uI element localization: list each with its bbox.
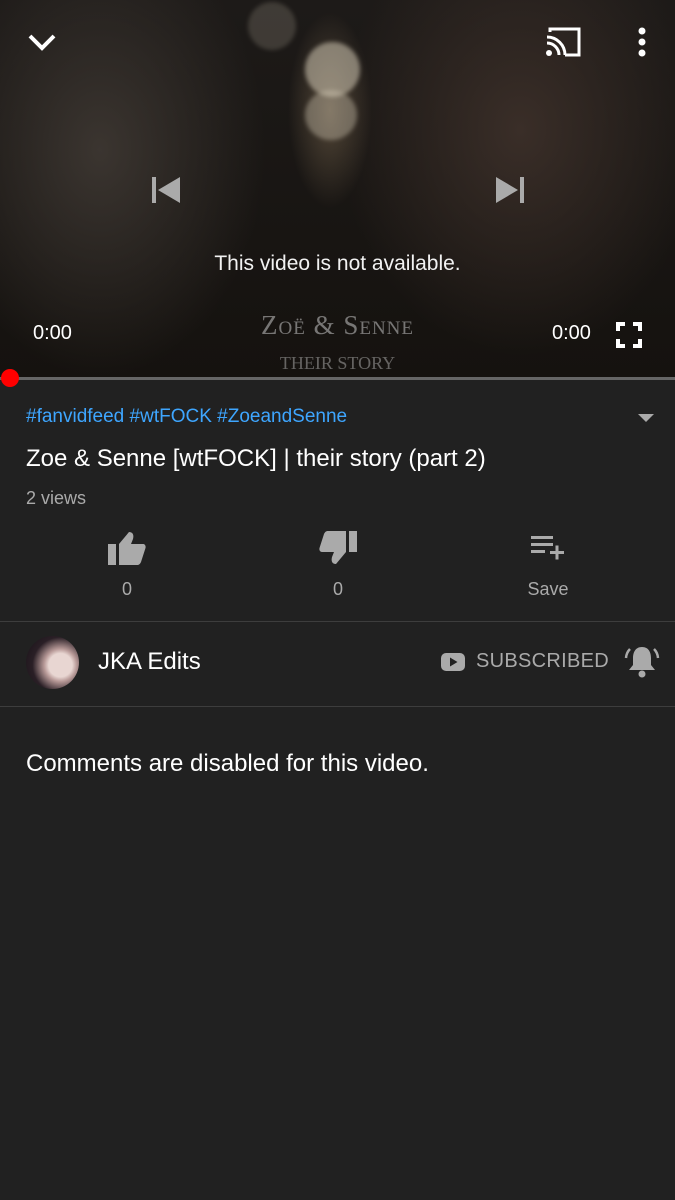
thumbs-up-icon (108, 532, 146, 565)
current-time: 0:00 (33, 322, 72, 344)
channel-name[interactable]: JKA Edits (98, 648, 201, 676)
comments-disabled-message: Comments are disabled for this video. (26, 750, 429, 777)
channel-avatar[interactable] (26, 636, 79, 689)
more-options-button[interactable] (628, 24, 656, 60)
bokeh-light (248, 2, 296, 50)
fullscreen-icon (616, 322, 642, 348)
divider (0, 621, 675, 622)
cast-button[interactable] (542, 24, 584, 60)
next-button[interactable] (490, 170, 530, 210)
subscribed-label: SUBSCRIBED (476, 650, 610, 672)
more-vert-icon (638, 27, 646, 57)
video-watermark-subtitle: THEIR STORY (279, 353, 396, 373)
expand-description-icon[interactable] (638, 414, 654, 422)
bokeh-light (305, 42, 360, 97)
subscribed-button[interactable]: SUBSCRIBED (440, 650, 609, 673)
video-player[interactable]: This video is not available. Zoë & Senne… (0, 0, 675, 378)
like-button[interactable]: 0 (67, 530, 187, 600)
previous-button[interactable] (146, 170, 186, 210)
minimize-button[interactable] (24, 24, 60, 60)
thumbs-down-icon (319, 531, 357, 564)
divider (0, 706, 675, 707)
bokeh-light (305, 90, 357, 140)
unavailable-message: This video is not available. (214, 252, 461, 275)
video-hashtags[interactable]: #fanvidfeed #wtFOCK #ZoeandSenne (26, 406, 347, 428)
playlist-add-icon (531, 536, 564, 560)
skip-next-icon (496, 177, 524, 203)
notification-bell-button[interactable] (624, 643, 660, 684)
progress-scrubber[interactable] (1, 369, 19, 387)
skip-previous-icon (152, 177, 180, 203)
duration: 0:00 (552, 322, 591, 344)
save-button[interactable]: Save (488, 530, 608, 600)
dislike-button[interactable]: 0 (278, 530, 398, 600)
chevron-down-icon (28, 34, 56, 51)
dislike-count: 0 (332, 579, 343, 599)
save-label: Save (527, 579, 569, 599)
like-count: 0 (121, 579, 132, 599)
fullscreen-button[interactable] (612, 318, 646, 352)
progress-track[interactable] (0, 377, 675, 380)
bell-icon (624, 647, 660, 678)
youtube-icon (441, 652, 465, 671)
view-count: 2 views (26, 488, 87, 508)
cast-icon (546, 27, 581, 57)
video-title: Zoe & Senne [wtFOCK] | their story (part… (26, 445, 486, 472)
